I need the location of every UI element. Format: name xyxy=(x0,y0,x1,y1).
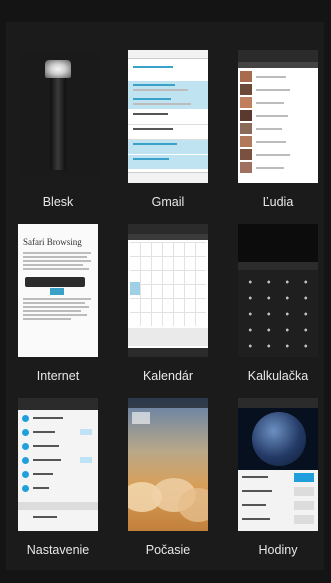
kalkulacka-thumbnail xyxy=(238,224,318,357)
kalendar-thumbnail xyxy=(128,224,208,357)
app-label-nastavenie: Nastavenie xyxy=(26,543,90,557)
app-label-ludia: Ľudia xyxy=(262,195,294,209)
nastavenie-thumbnail xyxy=(18,398,98,531)
app-label-kalendar: Kalendár xyxy=(142,369,194,383)
pocasie-thumbnail xyxy=(128,398,208,531)
internet-thumbnail: Safari Browsing xyxy=(18,224,98,357)
gmail-thumbnail xyxy=(128,50,208,183)
flashlight-lamp-icon xyxy=(45,60,71,78)
app-label-pocasie: Počasie xyxy=(145,543,191,557)
flashlight-body-icon xyxy=(50,78,66,170)
hodiny-thumbnail xyxy=(238,398,318,531)
internet-page-title: Safari Browsing xyxy=(23,237,82,247)
text-selection-toolbar xyxy=(25,277,85,287)
app-label-internet: Internet xyxy=(36,369,80,383)
app-label-blesk: Blesk xyxy=(42,195,74,209)
blesk-thumbnail xyxy=(18,50,98,183)
ludia-thumbnail xyxy=(238,50,318,183)
app-label-kalkulacka: Kalkulačka xyxy=(247,369,309,383)
app-label-gmail: Gmail xyxy=(151,195,185,209)
app-label-hodiny: Hodiny xyxy=(258,543,298,557)
globe-icon xyxy=(252,412,306,466)
